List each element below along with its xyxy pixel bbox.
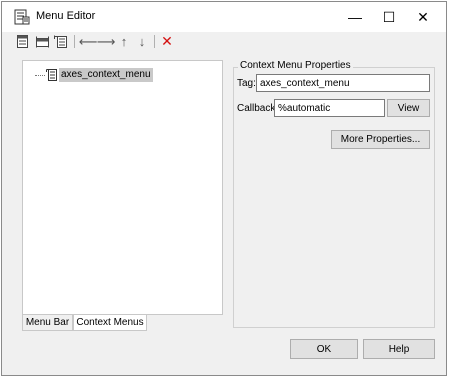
title-bar: Menu Editor — ☐ ✕ — [2, 2, 446, 32]
help-button-label: Help — [388, 343, 410, 355]
window-title: Menu Editor — [36, 10, 96, 22]
view-button-label: View — [397, 102, 420, 114]
close-button[interactable]: ✕ — [400, 2, 446, 32]
arrow-right-icon: ⟶ — [96, 33, 116, 49]
tag-label: Tag: — [237, 78, 256, 89]
tab-context-menus[interactable]: Context Menus — [73, 315, 147, 331]
delete-button[interactable]: ✕ — [159, 33, 175, 49]
more-properties-label: More Properties... — [340, 134, 421, 145]
properties-group-title: Context Menu Properties — [238, 60, 353, 71]
new-menu-item-button[interactable] — [34, 34, 50, 49]
close-icon: ✕ — [417, 8, 429, 25]
tree-item-label: axes_context_menu — [59, 68, 153, 82]
tab-label: Context Menus — [76, 317, 144, 328]
arrow-left-icon: ⟵ — [78, 33, 98, 49]
help-button[interactable]: Help — [363, 339, 435, 359]
tree-connector — [35, 74, 45, 76]
more-properties-button[interactable]: More Properties... — [331, 130, 430, 149]
tree-item[interactable]: axes_context_menu — [35, 68, 153, 82]
ok-button[interactable]: OK — [290, 339, 358, 359]
new-context-menu-button[interactable] — [53, 34, 69, 49]
toolbar-separator — [74, 35, 75, 48]
menu-tree-panel: axes_context_menu — [22, 60, 223, 315]
tab-menu-bar[interactable]: Menu Bar — [22, 315, 73, 331]
menu-editor-window: Menu Editor — ☐ ✕ ⟵ ⟶ ↑ ↓ ✕ axes_context… — [1, 1, 447, 376]
tab-label: Menu Bar — [25, 317, 70, 328]
new-menu-item-icon — [35, 36, 49, 47]
move-left-button[interactable]: ⟵ — [78, 33, 98, 49]
new-context-menu-icon — [54, 35, 67, 48]
toolbar: ⟵ ⟶ ↑ ↓ ✕ — [2, 32, 446, 50]
maximize-icon: ☐ — [382, 8, 396, 25]
menu-editor-app-icon — [14, 9, 30, 25]
toolbar-separator — [154, 35, 155, 48]
move-down-button[interactable]: ↓ — [134, 34, 150, 49]
callback-label: Callback: — [237, 103, 279, 114]
view-button[interactable]: View — [387, 99, 430, 117]
delete-icon: ✕ — [161, 33, 173, 49]
new-menu-icon — [17, 35, 28, 48]
arrow-up-icon: ↑ — [120, 34, 128, 49]
tag-field[interactable] — [256, 74, 430, 92]
new-menu-button[interactable] — [15, 34, 31, 49]
arrow-down-icon: ↓ — [138, 34, 146, 49]
context-menu-icon — [46, 69, 57, 81]
ok-button-label: OK — [316, 343, 332, 355]
move-right-button[interactable]: ⟶ — [96, 33, 116, 49]
callback-field[interactable] — [274, 99, 385, 117]
minimize-icon: — — [348, 9, 362, 25]
move-up-button[interactable]: ↑ — [116, 34, 132, 49]
